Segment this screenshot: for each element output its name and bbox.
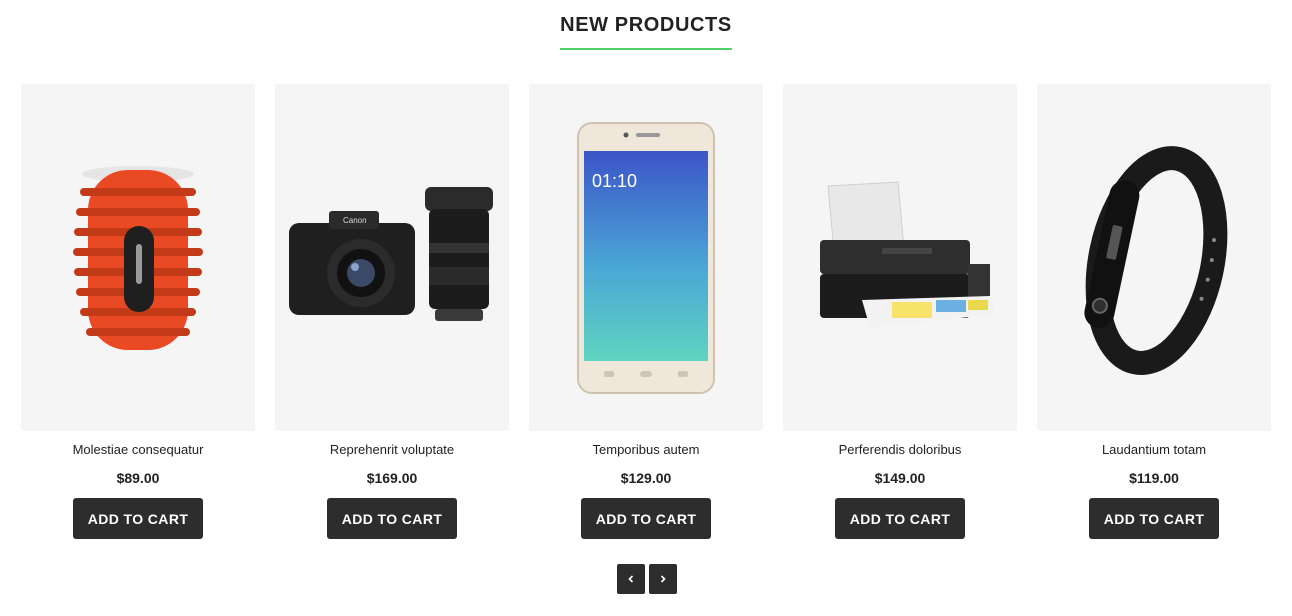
phone-image: 01:10 xyxy=(577,121,715,394)
add-to-cart-button[interactable]: ADD TO CART xyxy=(1089,498,1219,539)
product-card: Canon Reprehenrit voluptate $169.00 ADD … xyxy=(275,84,509,539)
chevron-right-icon xyxy=(660,575,666,583)
product-image-speaker[interactable] xyxy=(21,84,255,431)
product-image-camera[interactable]: Canon xyxy=(275,84,509,431)
carousel-pager xyxy=(617,564,677,594)
product-price: $169.00 xyxy=(366,470,418,486)
product-price: $119.00 xyxy=(1129,470,1179,486)
product-name[interactable]: Temporibus autem xyxy=(593,442,700,458)
next-button[interactable] xyxy=(649,564,677,594)
camera-image: Canon xyxy=(288,186,493,321)
camera-brand-label: Canon xyxy=(343,216,367,225)
product-card: 01:10 Temporibus autem $129.00 ADD TO CA… xyxy=(529,84,763,539)
section-title: NEW PRODUCTS xyxy=(560,14,732,50)
product-card: Molestiae consequatur $89.00 ADD TO CART xyxy=(21,84,255,539)
fitness-band-image xyxy=(1084,145,1228,375)
chevron-left-icon xyxy=(628,575,634,583)
product-name[interactable]: Laudantium totam xyxy=(1102,442,1206,458)
product-name[interactable]: Perferendis doloribus xyxy=(839,442,962,458)
product-image-printer[interactable] xyxy=(783,84,1017,431)
product-price: $149.00 xyxy=(874,470,926,486)
add-to-cart-button[interactable]: ADD TO CART xyxy=(835,498,965,539)
previous-button[interactable] xyxy=(617,564,645,594)
product-image-band[interactable] xyxy=(1037,84,1271,431)
printer-image xyxy=(820,180,996,328)
add-to-cart-button[interactable]: ADD TO CART xyxy=(581,498,711,539)
product-name[interactable]: Reprehenrit voluptate xyxy=(330,442,454,458)
product-price: $89.00 xyxy=(116,470,160,486)
product-card: Laudantium totam $119.00 ADD TO CART xyxy=(1037,84,1271,539)
product-image-phone[interactable]: 01:10 xyxy=(529,84,763,431)
add-to-cart-button[interactable]: ADD TO CART xyxy=(327,498,457,539)
phone-clock: 01:10 xyxy=(592,171,637,191)
product-price: $129.00 xyxy=(620,470,672,486)
product-carousel: Molestiae consequatur $89.00 ADD TO CART… xyxy=(21,84,1271,539)
add-to-cart-button[interactable]: ADD TO CART xyxy=(73,498,203,539)
product-card: Perferendis doloribus $149.00 ADD TO CAR… xyxy=(783,84,1017,539)
section-header: NEW PRODUCTS xyxy=(0,14,1292,50)
product-name[interactable]: Molestiae consequatur xyxy=(73,442,204,458)
speaker-image xyxy=(73,165,203,350)
